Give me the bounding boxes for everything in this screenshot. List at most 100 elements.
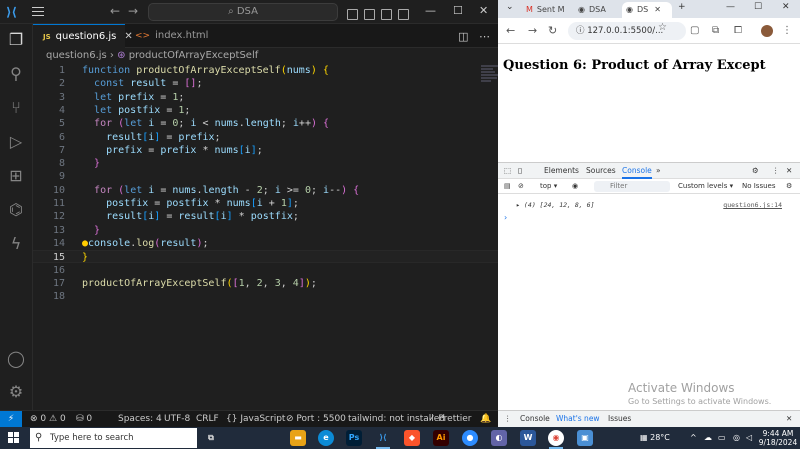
zoom-icon[interactable]: ● <box>462 430 478 446</box>
tab-index-html[interactable]: <> index.html <box>125 24 215 48</box>
weather-widget[interactable]: ▦ 28°C <box>640 427 670 449</box>
code-line[interactable]: 16 <box>33 264 498 277</box>
toggle-panel-icon[interactable] <box>364 9 375 20</box>
browser-tab-dsa[interactable]: ◉ DSA <box>574 2 620 18</box>
photoshop-icon[interactable]: Ps <box>346 430 362 446</box>
tab-groups-icon[interactable]: ⧉ <box>712 25 719 36</box>
console-source-link[interactable]: question6.js:14 <box>723 198 782 212</box>
inspect-element-icon[interactable]: ⬚ <box>504 163 511 179</box>
drawer-menu-icon[interactable]: ⋮ <box>504 411 512 427</box>
code-line[interactable]: 11 postfix = postfix * nums[i + 1]; <box>33 197 498 210</box>
more-tabs-icon[interactable]: » <box>656 163 661 179</box>
volume-icon[interactable]: ◁ <box>746 427 752 449</box>
code-editor[interactable]: 1 function productOfArrayExceptSelf(nums)… <box>33 64 501 410</box>
new-tab-icon[interactable]: + <box>678 2 686 12</box>
maximize-icon[interactable]: ☐ <box>754 2 762 12</box>
maximize-icon[interactable]: ☐ <box>453 4 463 17</box>
issues-indicator[interactable]: No Issues <box>742 179 776 194</box>
code-line[interactable]: 8 } <box>33 157 498 170</box>
forward-arrow-icon[interactable]: → <box>128 4 138 18</box>
code-line[interactable]: 18 <box>33 290 498 303</box>
code-line[interactable]: 13 } <box>33 224 498 237</box>
code-line[interactable]: 7 prefix = prefix * nums[i]; <box>33 144 498 157</box>
code-line[interactable]: 9 <box>33 170 498 183</box>
wifi-icon[interactable]: ◎ <box>733 427 740 449</box>
edge-icon[interactable]: e <box>318 430 334 446</box>
task-view-icon[interactable]: ⧉ <box>203 430 219 446</box>
notifications-bell-icon[interactable]: 🔔 <box>480 411 491 427</box>
ports-status[interactable]: ⛁ 0 <box>76 411 92 427</box>
device-toolbar-icon[interactable]: ▯ <box>518 163 522 179</box>
reload-icon[interactable]: ↻ <box>548 24 557 37</box>
code-line[interactable]: 4 let postfix = 1; <box>33 104 498 117</box>
browser-menu-icon[interactable]: ⋮ <box>782 25 792 36</box>
prettier-status[interactable]: ✓ Prettier <box>428 411 472 427</box>
console-message[interactable]: ▸ (4) [24, 12, 8, 6] question6.js:14 <box>498 198 800 212</box>
bookmark-star-icon[interactable]: ☆ <box>658 22 667 33</box>
run-debug-icon[interactable]: ▷ <box>6 132 26 152</box>
expand-arrow-icon[interactable]: ▸ <box>516 198 520 212</box>
close-devtools-icon[interactable]: ✕ <box>786 163 792 179</box>
live-server-status[interactable]: ⊘ Port : 5500 <box>286 411 346 427</box>
close-drawer-icon[interactable]: ✕ <box>786 411 792 427</box>
split-editor-icon[interactable]: ◫ <box>458 30 468 43</box>
drawer-tab-console[interactable]: Console <box>520 411 550 427</box>
language-status[interactable]: {} JavaScript <box>226 411 285 427</box>
sidebar-toggle-icon[interactable]: ▤ <box>504 179 511 194</box>
console-prompt-icon[interactable]: › <box>504 213 507 222</box>
code-line[interactable]: 3 let prefix = 1; <box>33 91 498 104</box>
remote-desktop-icon[interactable]: ▣ <box>577 430 593 446</box>
lightning-icon[interactable]: ϟ <box>6 234 26 254</box>
clear-console-icon[interactable]: ⊘ <box>518 179 524 194</box>
file-explorer-icon[interactable]: ▬ <box>290 430 306 446</box>
account-icon[interactable]: ◯ <box>6 349 26 369</box>
toggle-sidebar-icon[interactable] <box>347 9 358 20</box>
code-line[interactable]: 15} <box>33 250 498 264</box>
drawer-tab-issues[interactable]: Issues <box>608 411 631 427</box>
taskbar-clock[interactable]: 9:44 AM 9/18/2024 <box>758 429 798 447</box>
eol-status[interactable]: CRLF <box>196 411 219 427</box>
browser-tab-gmail[interactable]: M Sent M <box>522 2 572 18</box>
devtools-settings-icon[interactable]: ⚙ <box>752 163 759 179</box>
close-window-icon[interactable]: ✕ <box>782 2 790 12</box>
tab-sources[interactable]: Sources <box>586 163 616 179</box>
tab-elements[interactable]: Elements <box>544 163 579 179</box>
python-icon[interactable]: ⌬ <box>6 200 26 220</box>
indentation-status[interactable]: Spaces: 4 <box>118 411 162 427</box>
word-icon[interactable]: W <box>520 430 536 446</box>
profile-avatar[interactable] <box>761 25 773 37</box>
console-settings-icon[interactable]: ⚙ <box>786 179 792 194</box>
illustrator-icon[interactable]: Ai <box>433 430 449 446</box>
close-window-icon[interactable]: ✕ <box>479 4 488 17</box>
code-line[interactable]: 5 for (let i = 0; i < nums.length; i++) … <box>33 117 498 130</box>
toggle-secondary-sidebar-icon[interactable] <box>381 9 392 20</box>
explorer-icon[interactable]: ❐ <box>6 30 26 50</box>
forward-arrow-icon[interactable]: → <box>528 24 537 37</box>
teams-icon[interactable]: ◐ <box>491 430 507 446</box>
site-info-icon[interactable]: ⓘ <box>576 26 587 36</box>
command-center-search[interactable]: ⌕ DSA <box>148 3 338 21</box>
tab-question6-js[interactable]: JS question6.js ✕ <box>33 24 133 48</box>
live-expression-eye-icon[interactable]: ◉ <box>572 179 578 194</box>
extensions-puzzle-icon[interactable]: ⧠ <box>734 25 742 36</box>
code-line[interactable]: 6 result[i] = prefix; <box>33 131 498 144</box>
remote-indicator-icon[interactable]: ⚡ <box>0 411 22 428</box>
problems-status[interactable]: ⊗ 0 ⚠ 0 <box>30 411 66 427</box>
minimize-icon[interactable]: — <box>726 2 735 12</box>
customize-layout-icon[interactable] <box>398 9 409 20</box>
code-line[interactable]: 14 ●console.log(result); <box>33 237 498 250</box>
browser-tab-ds-active[interactable]: ◉ DS ✕ <box>622 2 672 18</box>
more-actions-icon[interactable]: ⋯ <box>479 30 490 43</box>
code-line[interactable]: 2 const result = []; <box>33 77 498 90</box>
windows-start-icon[interactable] <box>8 432 20 444</box>
close-tab-icon[interactable]: ✕ <box>654 5 661 14</box>
breadcrumb-symbol[interactable]: productOfArrayExceptSelf <box>129 50 259 61</box>
chrome-icon[interactable]: ◉ <box>548 430 564 446</box>
console-filter-input[interactable]: Filter <box>594 181 670 192</box>
context-selector[interactable]: top ▾ <box>540 179 557 194</box>
tab-console[interactable]: Console <box>622 163 652 179</box>
search-icon[interactable]: ⚲ <box>6 64 26 84</box>
taskbar-search-box[interactable]: ⚲ Type here to search <box>30 428 197 448</box>
minimize-icon[interactable]: — <box>425 4 436 17</box>
encoding-status[interactable]: UTF-8 <box>164 411 190 427</box>
